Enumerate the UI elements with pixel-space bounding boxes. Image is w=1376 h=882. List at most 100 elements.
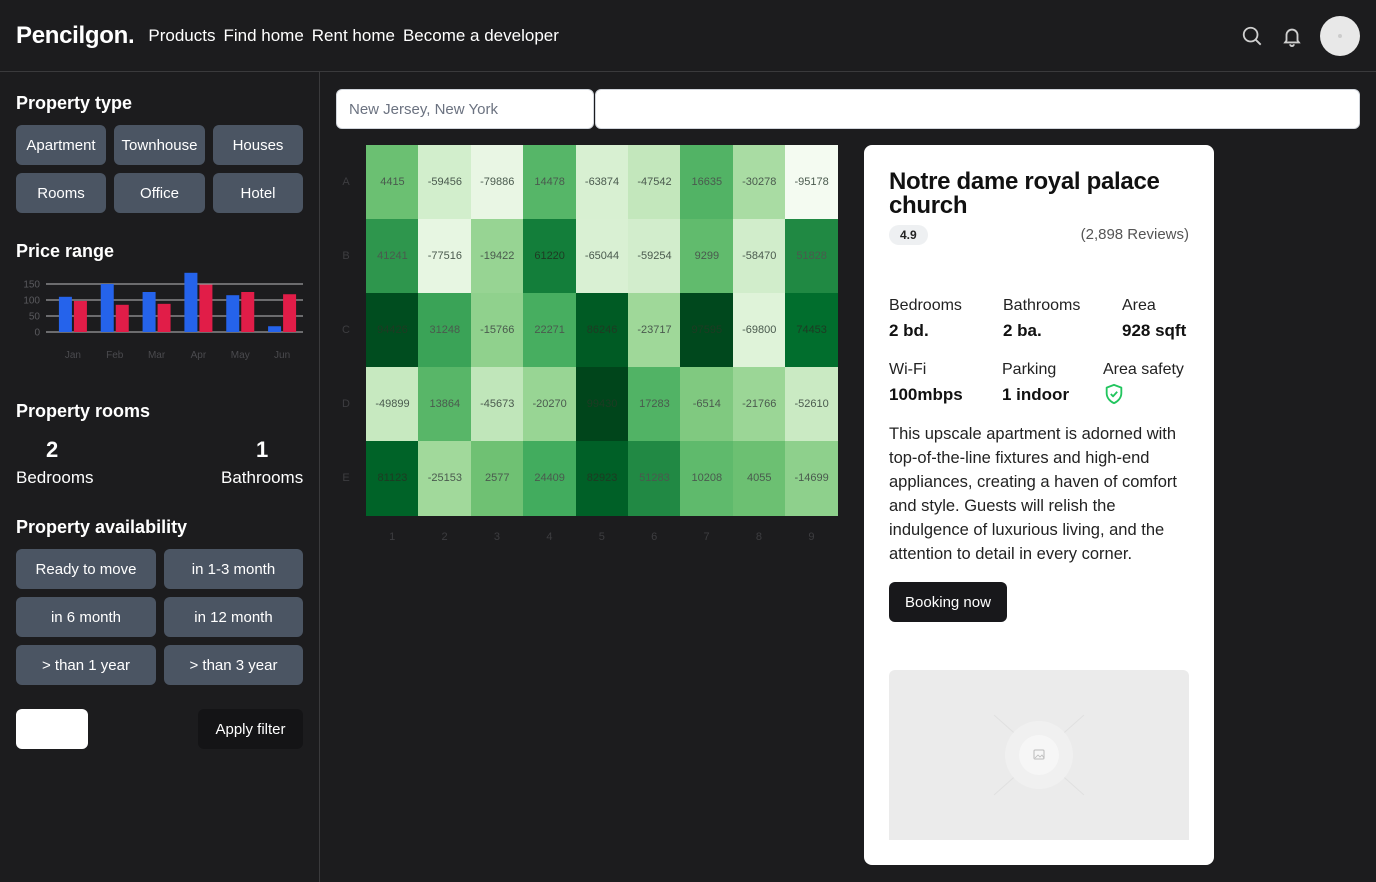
nav-find-home[interactable]: Find home (223, 26, 303, 46)
heatmap-cell: -79886 (470, 145, 524, 220)
heatmap-cell: 41241 (366, 219, 419, 294)
heatmap-row-label: D (342, 398, 350, 410)
price-bar (73, 300, 87, 332)
location-search-input[interactable] (336, 89, 594, 129)
price-bar (100, 284, 114, 332)
heatmap-cell: -69800 (732, 293, 786, 368)
heatmap-cell: 94426 (366, 293, 419, 368)
heatmap-col-label: 8 (755, 531, 763, 543)
chip-1-year[interactable]: > than 1 year (16, 645, 156, 685)
reviews-count[interactable]: (2,898 Reviews) (1081, 226, 1189, 243)
nav-become-developer[interactable]: Become a developer (403, 26, 559, 46)
chip-6-month[interactable]: in 6 month (16, 597, 156, 637)
property-image-placeholder (889, 670, 1189, 840)
x-tick-label: Mar (148, 350, 166, 361)
booking-button[interactable]: Booking now (889, 582, 1007, 622)
heatmap-cell: 86246 (575, 293, 629, 368)
heatmap-cell: -30278 (732, 145, 786, 220)
feature-area-value: 928 sqft (1122, 321, 1187, 340)
property-title: Notre dame royal palace church (889, 168, 1160, 219)
heatmap-col-label: 9 (808, 531, 815, 543)
price-bar (268, 326, 282, 332)
chip-ready-to-move[interactable]: Ready to move (16, 549, 156, 589)
feature-area-safety-label: Area safety (1103, 361, 1184, 378)
heatmap-col-label: 3 (493, 531, 501, 543)
nav-products[interactable]: Products (148, 26, 215, 46)
heatmap-cell: -52610 (785, 367, 839, 442)
feature-wifi-label: Wi-Fi (889, 361, 927, 378)
heatmap-row-label: B (342, 250, 350, 262)
chip-townhouse[interactable]: Townhouse (114, 125, 205, 165)
x-tick-label: May (231, 350, 250, 361)
heatmap-cell: -59254 (628, 219, 681, 294)
property-description: This upscale apartment is adorned with t… (889, 425, 1178, 563)
logo[interactable]: Pencilgon. (16, 22, 135, 50)
feature-bathrooms-label: Bathrooms (1003, 297, 1081, 314)
chip-apartment[interactable]: Apartment (16, 125, 106, 165)
heatmap-cell: 61220 (523, 219, 577, 294)
heatmap-cell: 22271 (523, 293, 577, 368)
heatmap-cell: 74453 (785, 293, 839, 368)
bedrooms-count: 2 (46, 437, 59, 462)
x-tick-label: Apr (191, 350, 207, 361)
heatmap-cell: 24409 (523, 441, 577, 516)
secondary-search-input[interactable] (595, 89, 1360, 129)
chip-houses[interactable]: Houses (213, 125, 303, 165)
heatmap-cell: -14699 (785, 441, 839, 516)
heatmap-cell: 10208 (680, 441, 734, 516)
heatmap-cell: -77516 (418, 219, 472, 294)
heatmap-cell: 82923 (575, 441, 629, 516)
chip-rooms[interactable]: Rooms (16, 173, 106, 213)
price-bar (283, 294, 297, 332)
top-bar: Pencilgon. Products Find home Rent home … (0, 0, 1376, 72)
property-rooms-title: Property rooms (16, 401, 151, 421)
chip-1-3-month[interactable]: in 1-3 month (164, 549, 303, 589)
chip-office[interactable]: Office (114, 173, 205, 213)
avatar[interactable] (1320, 16, 1360, 56)
heatmap-cell: -21766 (732, 367, 786, 442)
feature-parking-label: Parking (1002, 361, 1057, 378)
property-card: Notre dame royal palace church 4.9 (2,89… (864, 145, 1214, 865)
heatmap-row-label: E (342, 472, 350, 484)
heatmap-row-label: A (342, 176, 350, 188)
chip-12-month[interactable]: in 12 month (164, 597, 303, 637)
price-range-title: Price range (16, 241, 115, 261)
heatmap-col-label: 7 (703, 531, 710, 543)
price-bar (184, 272, 198, 332)
reset-button[interactable] (16, 709, 88, 749)
apply-filter-button[interactable]: Apply filter (198, 709, 303, 749)
heatmap-col-label: 5 (598, 531, 605, 543)
y-tick-label: 0 (34, 328, 40, 339)
heatmap-cell: 17283 (628, 367, 681, 442)
nav-rent-home[interactable]: Rent home (312, 26, 395, 46)
price-bar (142, 292, 156, 332)
chip-hotel[interactable]: Hotel (213, 173, 303, 213)
price-bar (58, 296, 72, 332)
price-bar (199, 284, 213, 332)
heatmap-cell: 9299 (680, 219, 734, 294)
heatmap-cell: -19422 (470, 219, 524, 294)
heatmap-cell: 99430 (575, 367, 629, 442)
heatmap-cell: -63874 (575, 145, 629, 220)
feature-bedrooms-value: 2 bd. (889, 321, 929, 340)
y-tick-label: 50 (29, 312, 41, 323)
heatmap-cell: -23717 (628, 293, 681, 368)
x-tick-label: Jun (274, 350, 290, 361)
top-icons (1240, 16, 1360, 56)
price-bar (226, 295, 240, 332)
heatmap-row-label: C (342, 324, 350, 336)
bathrooms-label: Bathrooms (221, 468, 304, 487)
chip-3-year[interactable]: > than 3 year (164, 645, 303, 685)
heatmap-cell: 2577 (470, 441, 524, 516)
heatmap-cell: 4415 (366, 145, 419, 220)
rating-badge: 4.9 (889, 225, 928, 245)
y-tick-label: 100 (23, 296, 40, 307)
bell-icon[interactable] (1280, 24, 1304, 48)
heatmap-cell: 16635 (680, 145, 734, 220)
x-tick-label: Jan (65, 350, 81, 361)
price-bar (115, 304, 129, 332)
heatmap-cell: -25153 (418, 441, 472, 516)
availability-title: Property availability (16, 517, 188, 537)
price-bar (157, 303, 171, 332)
search-icon[interactable] (1240, 24, 1264, 48)
